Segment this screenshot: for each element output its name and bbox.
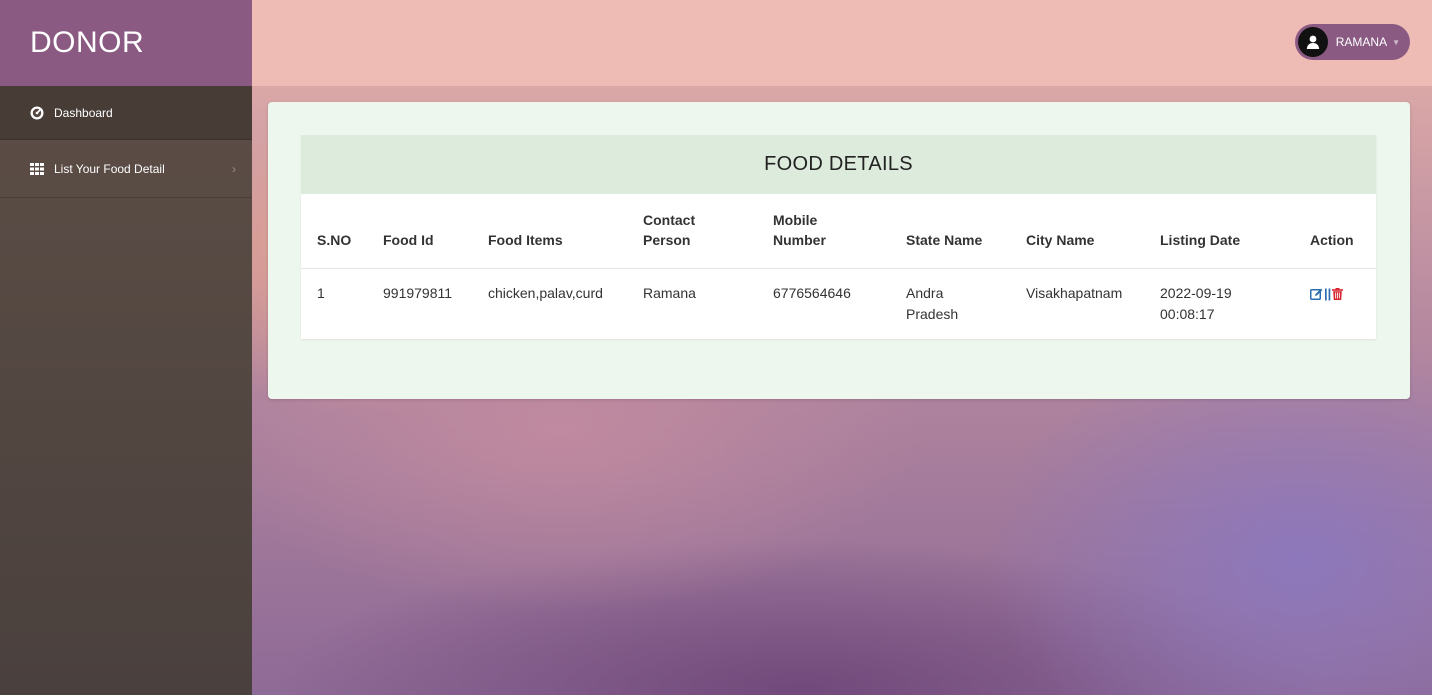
cell-listing-date: 2022-09-19 00:08:17 — [1160, 285, 1232, 322]
food-details-table: S.NO Food Id Food Items Contact Person M… — [301, 194, 1376, 339]
column-header: Food Items — [472, 194, 627, 269]
column-header: City Name — [1010, 194, 1144, 269]
dashboard-icon — [30, 106, 44, 120]
column-header: Mobile Number — [757, 194, 890, 269]
action-separator: || — [1324, 286, 1332, 301]
user-menu-button[interactable]: RAMANA ▼ — [1294, 24, 1410, 60]
cell-city-name: Visakhapatnam — [1026, 285, 1123, 301]
cell-food-items: chicken,palav,curd — [488, 285, 603, 301]
brand-title[interactable]: DONOR — [0, 0, 252, 86]
content-card: FOOD DETAILS S.NO Food Id Food Items Con… — [268, 102, 1410, 399]
sidebar-item-list-food[interactable]: List Your Food Detail › — [0, 140, 252, 198]
table-header-row: S.NO Food Id Food Items Contact Person M… — [301, 194, 1376, 269]
column-header: Action — [1294, 194, 1376, 269]
table-row: 1 991979811 chicken,palav,curd Ramana 67… — [301, 269, 1376, 340]
user-icon — [1306, 35, 1319, 49]
grid-icon — [30, 162, 44, 176]
edit-icon[interactable] — [1310, 288, 1323, 300]
cell-food-id: 991979811 — [383, 285, 453, 301]
cell-action: || — [1294, 269, 1376, 340]
user-name: RAMANA — [1335, 35, 1388, 49]
cell-contact-person: Ramana — [643, 285, 696, 301]
sidebar-item-label: List Your Food Detail — [54, 161, 165, 176]
food-details-panel: FOOD DETAILS S.NO Food Id Food Items Con… — [301, 135, 1376, 339]
delete-icon[interactable] — [1332, 287, 1344, 300]
column-header: State Name — [890, 194, 1010, 269]
avatar — [1297, 27, 1328, 57]
top-bar: RAMANA ▼ — [252, 0, 1432, 86]
column-header: S.NO — [301, 194, 367, 269]
sidebar-item-dashboard[interactable]: Dashboard — [0, 86, 252, 140]
panel-title: FOOD DETAILS — [301, 135, 1376, 194]
sidebar-item-label: Dashboard — [54, 105, 113, 120]
cell-state-name: Andra Pradesh — [906, 285, 959, 322]
column-header: Contact Person — [627, 194, 757, 269]
cell-mobile-number: 6776564646 — [773, 285, 851, 301]
caret-down-icon: ▼ — [1392, 37, 1400, 47]
column-header: Listing Date — [1144, 194, 1294, 269]
cell-sno: 1 — [317, 285, 325, 301]
column-header: Food Id — [367, 194, 472, 269]
sidebar: DONOR Dashboard List Your Food Detail › — [0, 0, 252, 695]
chevron-right-icon: › — [232, 161, 236, 176]
